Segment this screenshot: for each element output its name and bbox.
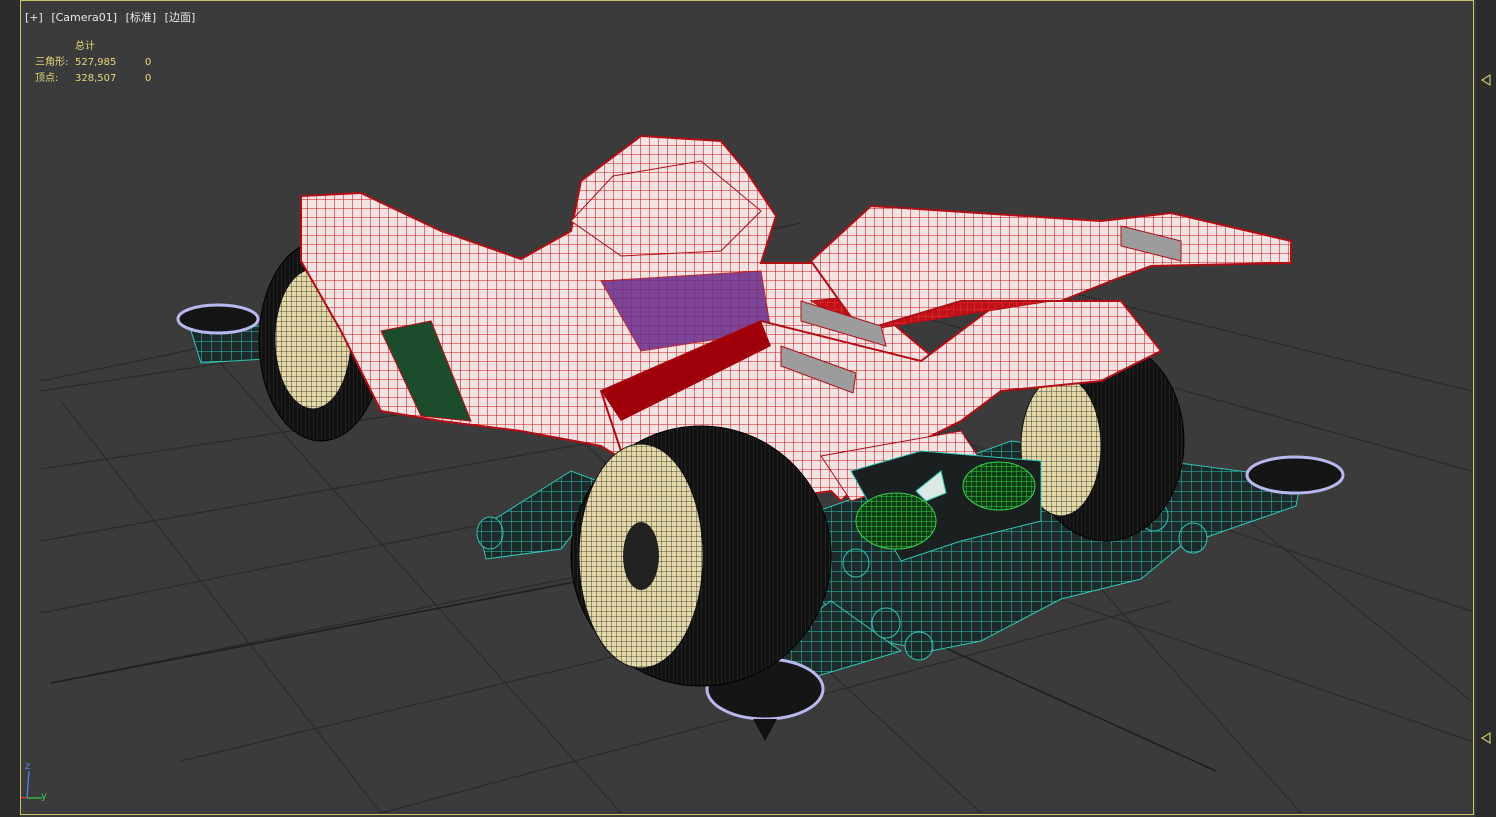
viewport-label-menu: [+] [Camera01] [标准] [边面] [25, 9, 200, 25]
scroll-arrow-down-icon[interactable] [1479, 731, 1493, 745]
stats-selected: 0 [145, 73, 152, 84]
scroll-arrow-up-icon[interactable] [1479, 73, 1493, 87]
viewport-camera01[interactable]: [+] [Camera01] [标准] [边面] 总计 三角形: 527,985… [20, 0, 1474, 815]
axis-label-y: y [41, 791, 47, 802]
axis-labels: z y x [21, 761, 71, 811]
stats-row-triangles: 三角形: 527,985 0 [35, 55, 195, 71]
viewport-general-menu[interactable]: [+] [25, 11, 43, 24]
stats-label: 三角形: [35, 57, 69, 68]
stats-selected: 0 [145, 57, 152, 68]
viewport-camera-menu[interactable]: [Camera01] [51, 11, 117, 24]
stats-label: 顶点: [35, 73, 59, 84]
stats-total: 527,985 [75, 57, 117, 68]
left-panel-strip [0, 0, 20, 817]
right-panel-strip [1476, 0, 1496, 817]
wheel-front-right [570, 425, 832, 687]
stats-total: 328,507 [75, 73, 117, 84]
viewport-display-menu[interactable]: [边面] [165, 11, 196, 24]
stats-header: 总计 [75, 41, 95, 52]
viewport-shading-menu[interactable]: [标准] [126, 11, 157, 24]
statistics-panel: 总计 三角形: 527,985 0 顶点: 328,507 0 [35, 39, 195, 87]
stats-row-vertices: 顶点: 328,507 0 [35, 71, 195, 87]
scene-canvas[interactable] [21, 1, 1474, 815]
axis-label-z: z [25, 761, 31, 772]
